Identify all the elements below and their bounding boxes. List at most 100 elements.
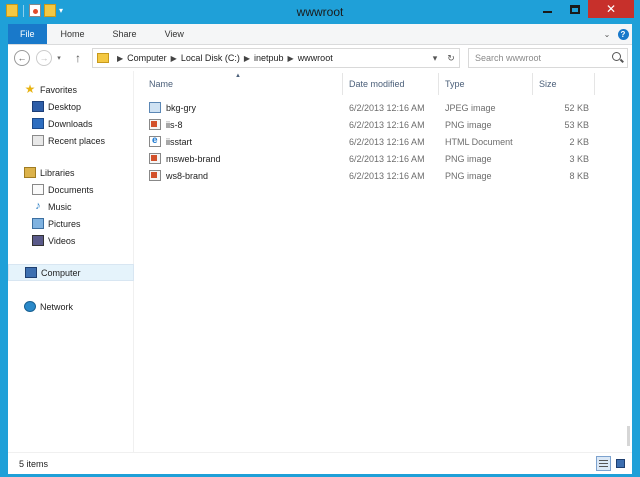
file-size: 52 KB — [564, 102, 589, 113]
file-name: bkg-gry — [166, 102, 197, 113]
file-type: JPEG image — [445, 102, 496, 113]
png-file-icon — [149, 170, 161, 181]
column-header-size[interactable]: Size — [533, 73, 595, 95]
minimize-icon — [543, 11, 552, 13]
file-date: 6/2/2013 12:16 AM — [349, 136, 425, 147]
quick-access-toolbar: ▾ — [6, 4, 63, 17]
sidebar-item-downloads[interactable]: Downloads — [8, 115, 134, 132]
table-row[interactable]: ws8-brand 6/2/2013 12:16 AM PNG image 8 … — [135, 167, 625, 184]
forward-button[interactable]: → — [36, 50, 52, 66]
computer-group: Computer — [8, 264, 134, 281]
breadcrumb-inetpub[interactable]: inetpub — [254, 53, 284, 63]
column-header-type[interactable]: Type — [439, 73, 533, 95]
file-type: PNG image — [445, 170, 492, 181]
recent-places-icon — [32, 135, 44, 146]
close-button[interactable]: ✕ — [588, 0, 634, 18]
sidebar-item-label: Music — [48, 201, 72, 212]
table-row[interactable]: bkg-gry 6/2/2013 12:16 AM JPEG image 52 … — [135, 99, 625, 116]
music-icon: ♪ — [35, 200, 41, 212]
breadcrumb-local-disk[interactable]: Local Disk (C:) — [181, 53, 240, 63]
breadcrumb-wwwroot[interactable]: wwwroot — [298, 53, 333, 63]
sidebar-item-recent-places[interactable]: Recent places — [8, 132, 134, 149]
sidebar-item-network[interactable]: Network — [8, 298, 134, 315]
scrollbar-thumb[interactable] — [627, 426, 630, 446]
tab-file[interactable]: File — [8, 24, 47, 44]
file-type: PNG image — [445, 153, 492, 164]
html-file-icon — [149, 135, 161, 147]
large-icons-view-button[interactable] — [613, 456, 628, 471]
refresh-icon[interactable]: ↻ — [443, 53, 459, 64]
sidebar-item-label: Pictures — [48, 218, 81, 229]
chevron-right-icon[interactable]: ▶ — [244, 54, 250, 63]
folder-icon — [97, 53, 109, 63]
sidebar-item-videos[interactable]: Videos — [8, 232, 134, 249]
png-file-icon — [149, 119, 161, 130]
sidebar-item-desktop[interactable]: Desktop — [8, 98, 134, 115]
title-bar: wwwroot ▾ ✕ — [0, 0, 640, 24]
file-name: iisstart — [166, 136, 193, 147]
details-view-button[interactable] — [596, 456, 611, 471]
tab-home[interactable]: Home — [47, 24, 99, 44]
table-row[interactable]: msweb-brand 6/2/2013 12:16 AM PNG image … — [135, 150, 625, 167]
new-folder-icon[interactable] — [44, 4, 56, 17]
sidebar-item-label: Recent places — [48, 135, 106, 146]
back-button[interactable]: ← — [14, 50, 30, 66]
table-row[interactable]: iis-8 6/2/2013 12:16 AM PNG image 53 KB — [135, 116, 625, 133]
libraries-group: Libraries Documents ♪ Music Pictures Vid… — [8, 164, 134, 249]
properties-icon[interactable] — [29, 4, 41, 17]
minimize-button[interactable] — [534, 0, 561, 18]
search-icon[interactable] — [612, 52, 621, 61]
sidebar-item-favorites[interactable]: ★ Favorites — [8, 81, 134, 98]
scrollbar[interactable] — [625, 71, 632, 452]
sort-ascending-icon: ▲ — [235, 73, 241, 79]
computer-icon — [25, 267, 37, 278]
maximize-icon — [569, 4, 580, 14]
desktop-icon — [32, 101, 44, 112]
navigation-pane: ★ Favorites Desktop Downloads Recent pla… — [8, 71, 134, 452]
sidebar-item-music[interactable]: ♪ Music — [8, 198, 134, 215]
file-date: 6/2/2013 12:16 AM — [349, 170, 425, 181]
file-rows: bkg-gry 6/2/2013 12:16 AM JPEG image 52 … — [135, 99, 625, 184]
recent-locations-button[interactable]: ▾ — [54, 50, 64, 66]
tab-view[interactable]: View — [151, 24, 198, 44]
qat-dropdown-icon[interactable]: ▾ — [59, 6, 63, 15]
folder-icon[interactable] — [6, 4, 18, 17]
sidebar-item-label: Videos — [48, 235, 76, 246]
file-type: PNG image — [445, 119, 492, 130]
jpeg-file-icon — [149, 102, 161, 113]
file-date: 6/2/2013 12:16 AM — [349, 102, 425, 113]
status-bar: 5 items — [8, 452, 632, 474]
navigation-bar: ← → ▾ ↑ ▶ Computer ▶ Local Disk (C:) ▶ i… — [8, 45, 632, 71]
search-box[interactable] — [468, 48, 628, 68]
table-row[interactable]: iisstart 6/2/2013 12:16 AM HTML Document… — [135, 133, 625, 150]
sidebar-item-pictures[interactable]: Pictures — [8, 215, 134, 232]
tab-share[interactable]: Share — [99, 24, 151, 44]
address-dropdown-icon[interactable]: ▾ — [427, 53, 443, 64]
sidebar-item-documents[interactable]: Documents — [8, 181, 134, 198]
chevron-right-icon[interactable]: ▶ — [288, 54, 294, 63]
file-size: 2 KB — [569, 136, 589, 147]
sidebar-item-computer[interactable]: Computer — [8, 264, 134, 281]
maximize-button[interactable] — [561, 0, 588, 18]
sidebar-item-label: Documents — [48, 184, 94, 195]
sidebar-item-label: Downloads — [48, 118, 93, 129]
file-size: 3 KB — [569, 153, 589, 164]
sidebar-item-label: Favorites — [40, 84, 78, 95]
file-name: msweb-brand — [166, 153, 221, 164]
qat-divider — [23, 4, 24, 17]
help-button[interactable]: ? — [614, 24, 632, 44]
chevron-right-icon[interactable]: ▶ — [117, 54, 123, 63]
explorer-body: ★ Favorites Desktop Downloads Recent pla… — [8, 71, 632, 452]
network-group: Network — [8, 298, 134, 315]
column-header-date-modified[interactable]: Date modified — [343, 73, 439, 95]
expand-ribbon-icon[interactable]: ⌄ — [600, 24, 614, 44]
column-header-name[interactable]: ▲ Name — [135, 73, 343, 95]
chevron-right-icon[interactable]: ▶ — [171, 54, 177, 63]
address-bar[interactable]: ▶ Computer ▶ Local Disk (C:) ▶ inetpub ▶… — [92, 48, 460, 68]
up-button[interactable]: ↑ — [70, 50, 86, 66]
sidebar-item-libraries[interactable]: Libraries — [8, 164, 134, 181]
search-input[interactable] — [475, 53, 605, 63]
videos-icon — [32, 235, 44, 246]
breadcrumb-computer[interactable]: Computer — [127, 53, 167, 63]
sidebar-item-label: Libraries — [40, 167, 75, 178]
